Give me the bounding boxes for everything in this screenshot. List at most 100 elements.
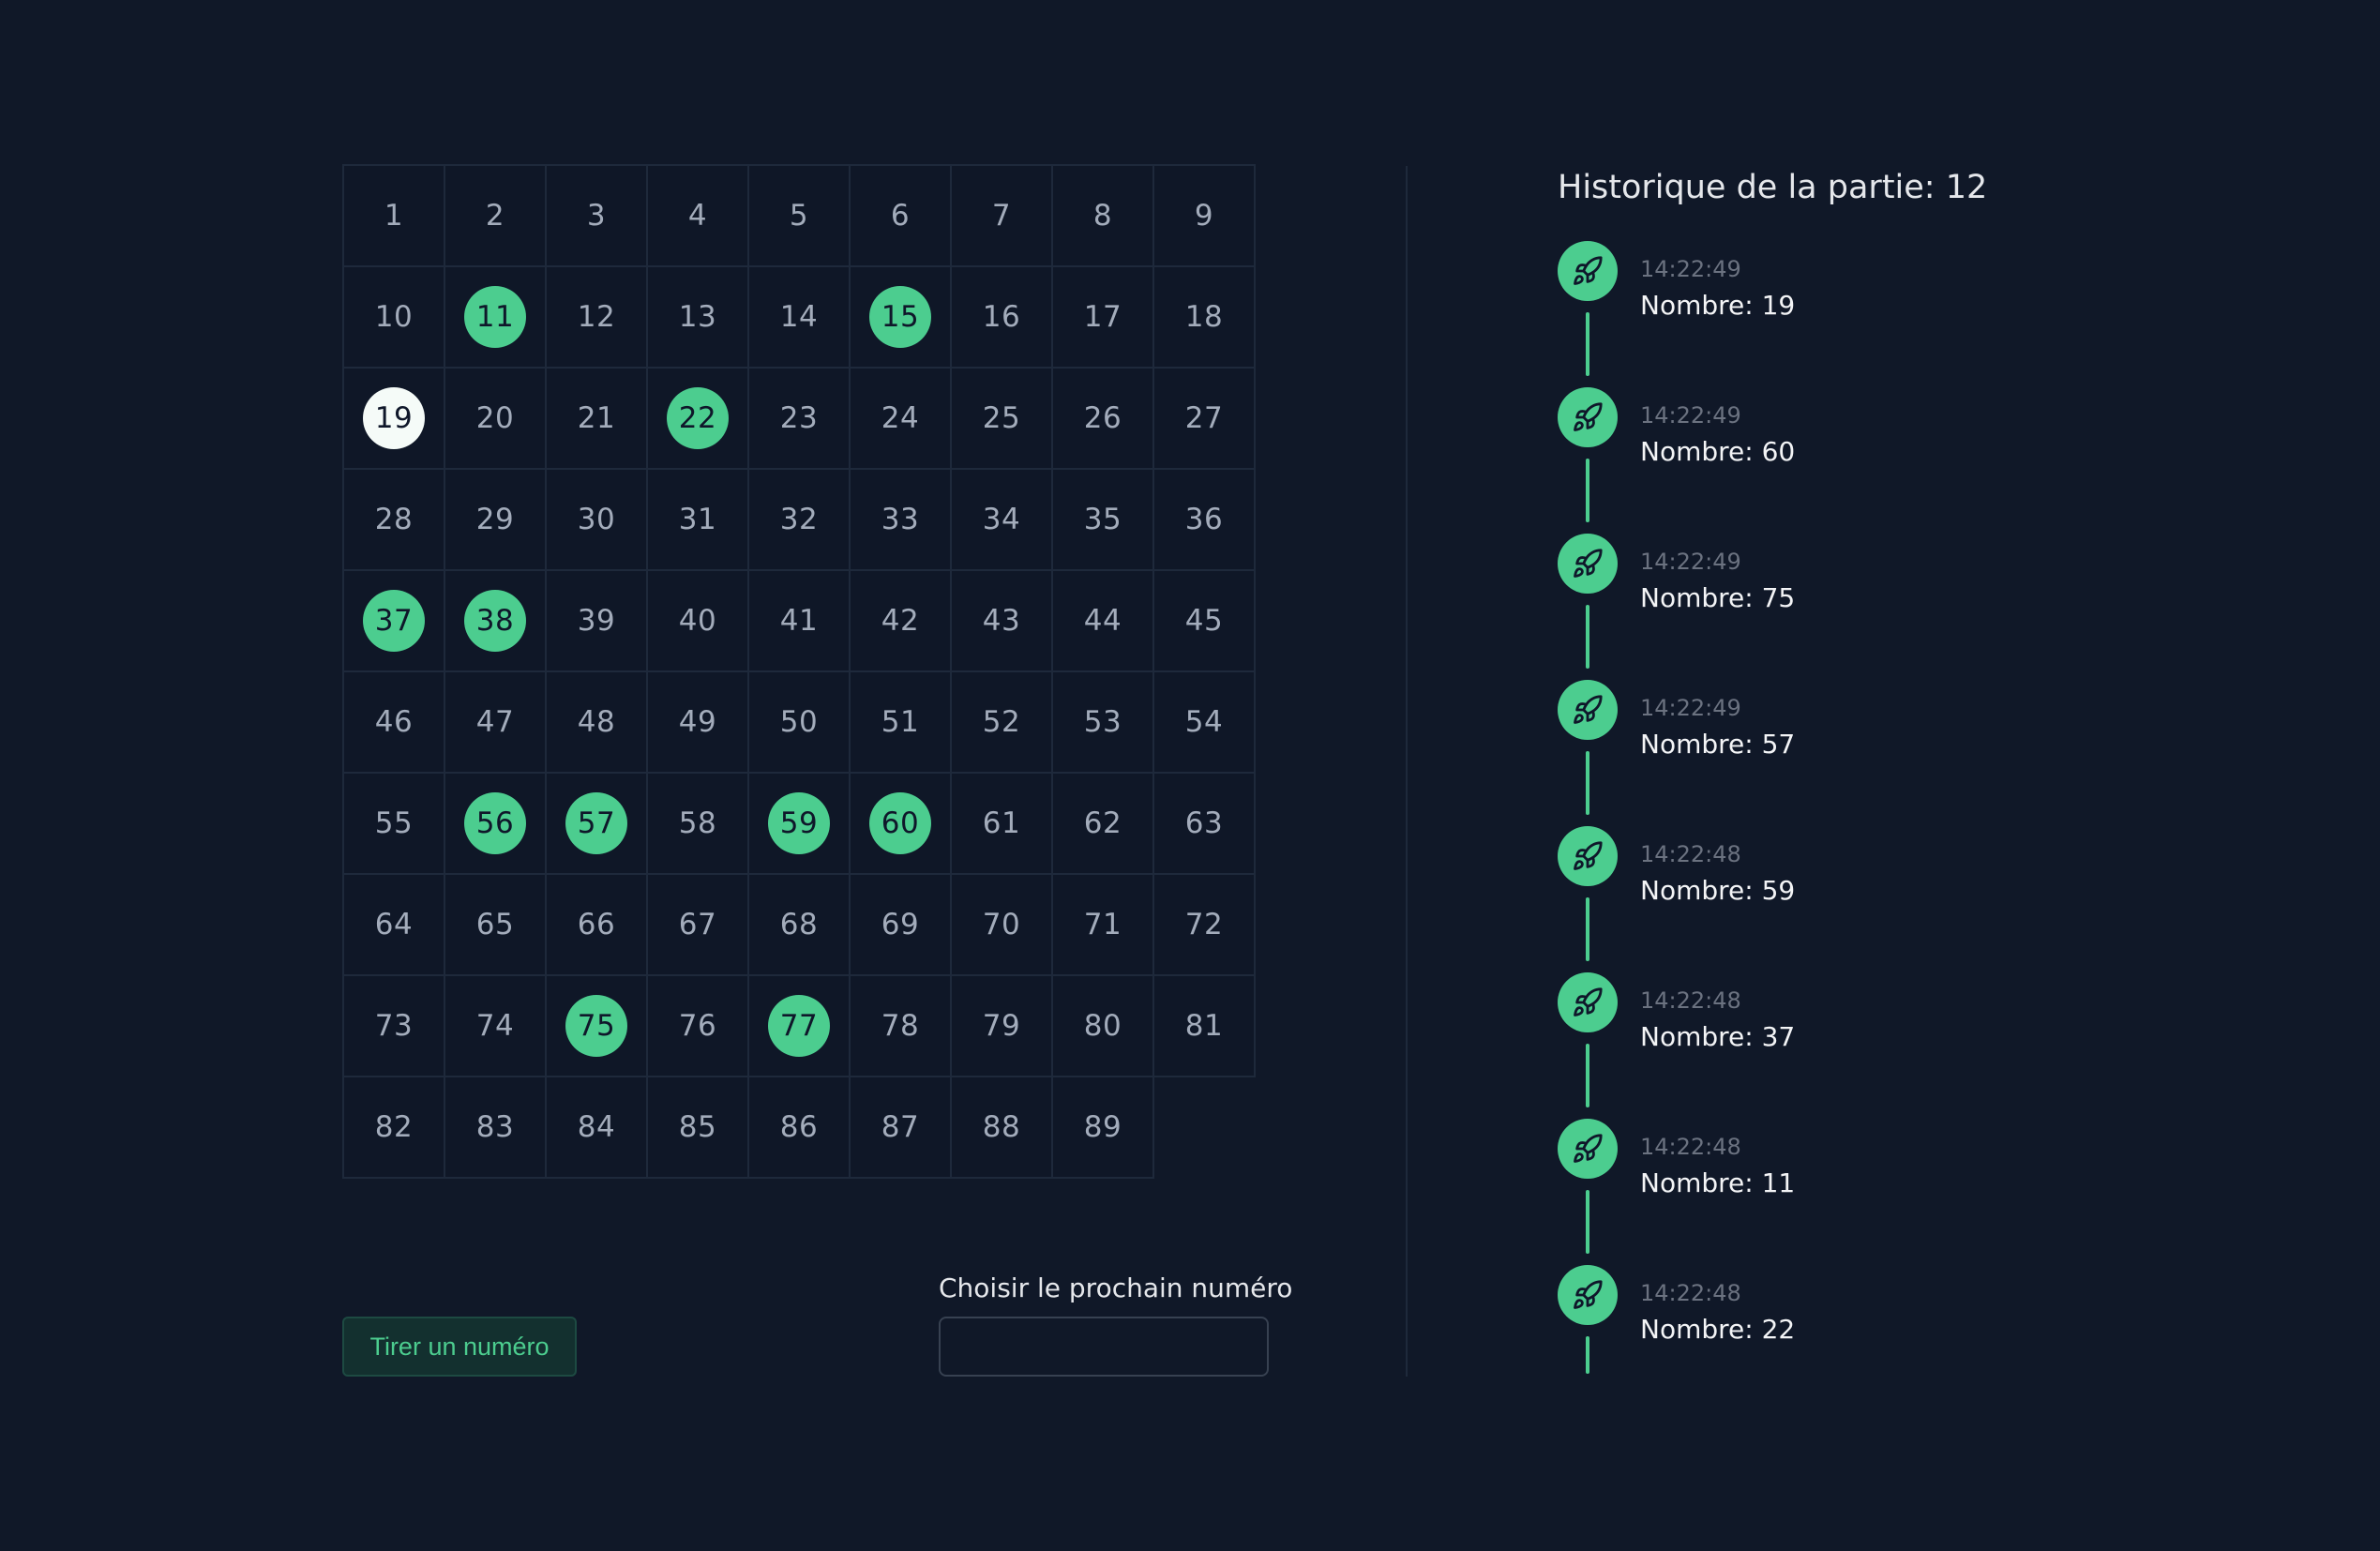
board-cell[interactable]: 32 [747,468,851,571]
board-cell[interactable]: 45 [1152,569,1256,672]
board-cell[interactable]: 2 [444,164,547,267]
board-cell[interactable]: 58 [646,772,749,875]
board-cell[interactable]: 13 [646,265,749,369]
board-cell[interactable]: 28 [342,468,445,571]
board-cell[interactable]: 5 [747,164,851,267]
board-cell[interactable]: 8 [1051,164,1154,267]
board-cell[interactable]: 72 [1152,873,1256,976]
board-cell[interactable]: 35 [1051,468,1154,571]
board-cell[interactable]: 78 [849,974,952,1077]
board-number: 32 [779,503,819,536]
board-cell[interactable]: 55 [342,772,445,875]
board-cell[interactable]: 3 [545,164,648,267]
board-cell[interactable]: 9 [1152,164,1256,267]
board-cell[interactable]: 18 [1152,265,1256,369]
board-cell[interactable]: 16 [950,265,1053,369]
board-cell[interactable]: 53 [1051,670,1154,774]
board-cell[interactable]: 52 [950,670,1053,774]
board-cell[interactable]: 27 [1152,367,1256,470]
board-cell[interactable]: 37 [342,569,445,672]
board-cell[interactable]: 46 [342,670,445,774]
board-cell[interactable]: 61 [950,772,1053,875]
board-cell[interactable]: 4 [646,164,749,267]
board-cell[interactable]: 40 [646,569,749,672]
board-cell[interactable]: 48 [545,670,648,774]
board-cell[interactable]: 33 [849,468,952,571]
board-cell[interactable]: 86 [747,1076,851,1179]
board-cell[interactable]: 7 [950,164,1053,267]
board-cell[interactable]: 21 [545,367,648,470]
board-cell[interactable]: 75 [545,974,648,1077]
board-cell[interactable]: 76 [646,974,749,1077]
board-cell[interactable]: 85 [646,1076,749,1179]
board-cell[interactable]: 65 [444,873,547,976]
board-cell[interactable]: 19 [342,367,445,470]
board-cell[interactable]: 88 [950,1076,1053,1179]
board-cell[interactable]: 73 [342,974,445,1077]
board-cell[interactable]: 74 [444,974,547,1077]
board-cell[interactable]: 79 [950,974,1053,1077]
board-cell[interactable]: 24 [849,367,952,470]
board-cell[interactable]: 17 [1051,265,1154,369]
board-cell[interactable]: 23 [747,367,851,470]
board-cell[interactable]: 71 [1051,873,1154,976]
draw-number-button[interactable]: Tirer un numéro [342,1317,577,1377]
board-cell[interactable]: 47 [444,670,547,774]
board-cell[interactable]: 81 [1152,974,1256,1077]
board-cell[interactable]: 62 [1051,772,1154,875]
board-cell[interactable]: 83 [444,1076,547,1179]
board-number: 6 [890,199,911,233]
board-cell[interactable]: 84 [545,1076,648,1179]
board-cell[interactable]: 15 [849,265,952,369]
board-cell[interactable]: 43 [950,569,1053,672]
history-entry: 14:22:48 Nombre: 22 [1558,1265,2214,1411]
board-cell[interactable]: 64 [342,873,445,976]
board-cell[interactable]: 67 [646,873,749,976]
board-cell[interactable]: 1 [342,164,445,267]
board-cell[interactable]: 87 [849,1076,952,1179]
board-cell[interactable]: 69 [849,873,952,976]
board-cell[interactable]: 68 [747,873,851,976]
board-cell[interactable]: 11 [444,265,547,369]
history-entry: 14:22:49 Nombre: 60 [1558,387,2214,534]
board-number: 50 [779,705,819,739]
board-cell[interactable]: 34 [950,468,1053,571]
board-cell[interactable]: 14 [747,265,851,369]
board-cell[interactable]: 38 [444,569,547,672]
board-cell[interactable]: 82 [342,1076,445,1179]
board-cell[interactable]: 36 [1152,468,1256,571]
board-cell[interactable]: 70 [950,873,1053,976]
board-cell[interactable]: 77 [747,974,851,1077]
board-cell[interactable]: 39 [545,569,648,672]
board-cell[interactable]: 10 [342,265,445,369]
board-number: 14 [779,300,819,334]
board-cell[interactable]: 54 [1152,670,1256,774]
board-cell[interactable]: 26 [1051,367,1154,470]
board-cell[interactable]: 44 [1051,569,1154,672]
board-cell[interactable]: 6 [849,164,952,267]
board-cell[interactable]: 12 [545,265,648,369]
board-cell[interactable]: 60 [849,772,952,875]
board-cell[interactable]: 63 [1152,772,1256,875]
board-cell[interactable]: 49 [646,670,749,774]
board-number: 78 [881,1009,920,1043]
board-cell[interactable]: 30 [545,468,648,571]
board-cell[interactable]: 66 [545,873,648,976]
board-cell[interactable]: 41 [747,569,851,672]
board-cell[interactable]: 89 [1051,1076,1154,1179]
board-cell[interactable]: 80 [1051,974,1154,1077]
board-cell[interactable]: 25 [950,367,1053,470]
board-cell[interactable]: 56 [444,772,547,875]
board-cell[interactable]: 59 [747,772,851,875]
board-cell[interactable]: 29 [444,468,547,571]
board-number: 29 [475,503,515,536]
timeline-connector [1586,897,1589,961]
next-number-input[interactable] [939,1317,1269,1377]
board-cell[interactable]: 57 [545,772,648,875]
board-cell[interactable]: 22 [646,367,749,470]
board-cell[interactable]: 20 [444,367,547,470]
board-cell[interactable]: 42 [849,569,952,672]
board-cell[interactable]: 31 [646,468,749,571]
board-cell[interactable]: 51 [849,670,952,774]
board-cell[interactable]: 50 [747,670,851,774]
